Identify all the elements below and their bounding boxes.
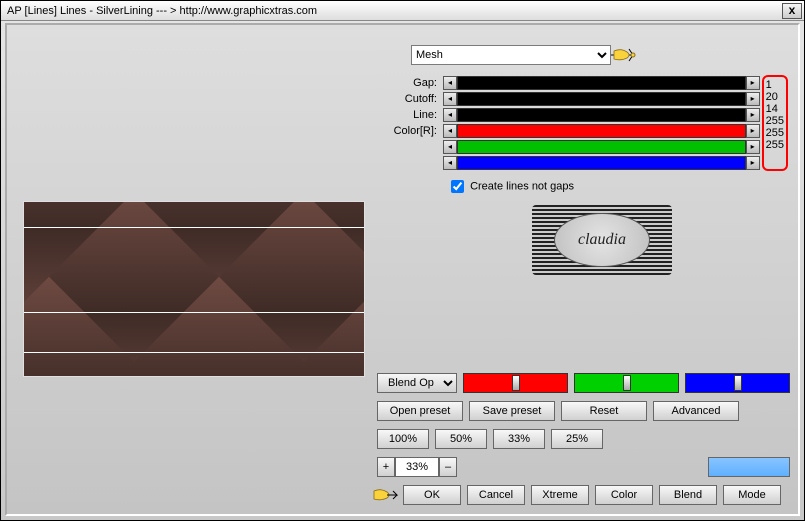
blend-options-select[interactable]: Blend Opti (377, 373, 457, 393)
cutoff-value[interactable]: 20 (766, 91, 784, 103)
line-value[interactable]: 14 (766, 103, 784, 115)
gap-value[interactable]: 1 (766, 79, 784, 91)
create-lines-row: Create lines not gaps (447, 177, 788, 196)
b-dec[interactable]: ◂ (443, 156, 457, 170)
zoom-33-button[interactable]: 33% (493, 429, 545, 449)
preview-canvas (23, 201, 365, 377)
zoom-50-button[interactable]: 50% (435, 429, 487, 449)
line-inc[interactable]: ▸ (746, 108, 760, 122)
line-dec[interactable]: ◂ (443, 108, 457, 122)
gap-label: Gap: (387, 77, 443, 89)
r-dec[interactable]: ◂ (443, 124, 457, 138)
b-inc[interactable]: ▸ (746, 156, 760, 170)
slider-color-r: Color[R]: ◂ ▸ (387, 123, 760, 139)
color-swatch[interactable] (708, 457, 790, 477)
open-preset-button[interactable]: Open preset (377, 401, 463, 421)
zoom-100-button[interactable]: 100% (377, 429, 429, 449)
window-title: AP [Lines] Lines - SilverLining --- > ht… (3, 5, 782, 17)
close-button[interactable]: x (782, 3, 802, 19)
client-area: Mesh Gap: ◂ ▸ Cutoff: ◂ (5, 23, 800, 516)
save-preset-button[interactable]: Save preset (469, 401, 555, 421)
mesh-select[interactable]: Mesh (411, 45, 611, 65)
g-value[interactable]: 255 (766, 127, 784, 139)
slider-gap: Gap: ◂ ▸ (387, 75, 760, 91)
r-value[interactable]: 255 (766, 115, 784, 127)
slider-color-g: ◂ ▸ (387, 139, 760, 155)
zoom-minus-button[interactable]: – (439, 457, 457, 477)
values-highlight: 1 20 14 255 255 255 (762, 75, 788, 171)
line-label: Line: (387, 109, 443, 121)
color-button[interactable]: Color (595, 485, 653, 505)
reset-button[interactable]: Reset (561, 401, 647, 421)
controls: Mesh Gap: ◂ ▸ Cutoff: ◂ (387, 45, 788, 196)
blend-b-slider[interactable] (685, 373, 790, 393)
cutoff-label: Cutoff: (387, 93, 443, 105)
xtreme-button[interactable]: Xtreme (531, 485, 589, 505)
create-lines-label: Create lines not gaps (470, 180, 574, 192)
pointer-hand-ok-icon (371, 486, 399, 504)
mode-button[interactable]: Mode (723, 485, 781, 505)
blend-button[interactable]: Blend (659, 485, 717, 505)
advanced-button[interactable]: Advanced (653, 401, 739, 421)
b-bar[interactable] (457, 156, 746, 170)
slider-line: Line: ◂ ▸ (387, 107, 760, 123)
zoom-25-button[interactable]: 25% (551, 429, 603, 449)
cancel-button[interactable]: Cancel (467, 485, 525, 505)
titlebar: AP [Lines] Lines - SilverLining --- > ht… (1, 1, 804, 21)
claudia-text: claudia (554, 213, 650, 267)
g-bar[interactable] (457, 140, 746, 154)
cutoff-inc[interactable]: ▸ (746, 92, 760, 106)
cutoff-bar[interactable] (457, 92, 746, 106)
slider-cutoff: Cutoff: ◂ ▸ (387, 91, 760, 107)
b-value[interactable]: 255 (766, 139, 784, 151)
create-lines-checkbox[interactable] (451, 180, 464, 193)
cutoff-dec[interactable]: ◂ (443, 92, 457, 106)
zoom-value[interactable]: 33% (395, 457, 439, 477)
gap-dec[interactable]: ◂ (443, 76, 457, 90)
g-dec[interactable]: ◂ (443, 140, 457, 154)
g-inc[interactable]: ▸ (746, 140, 760, 154)
blend-g-slider[interactable] (574, 373, 679, 393)
claudia-logo: claudia (532, 205, 672, 275)
r-inc[interactable]: ▸ (746, 124, 760, 138)
color-r-label: Color[R]: (387, 125, 443, 137)
blend-r-slider[interactable] (463, 373, 568, 393)
app-window: AP [Lines] Lines - SilverLining --- > ht… (0, 0, 805, 521)
slider-color-b: ◂ ▸ (387, 155, 760, 171)
zoom-plus-button[interactable]: + (377, 457, 395, 477)
ok-button[interactable]: OK (403, 485, 461, 505)
pointer-hand-icon (611, 46, 639, 64)
r-bar[interactable] (457, 124, 746, 138)
line-bar[interactable] (457, 108, 746, 122)
gap-bar[interactable] (457, 76, 746, 90)
gap-inc[interactable]: ▸ (746, 76, 760, 90)
bottom-controls: Blend Opti Open preset Save preset Reset… (377, 373, 790, 513)
